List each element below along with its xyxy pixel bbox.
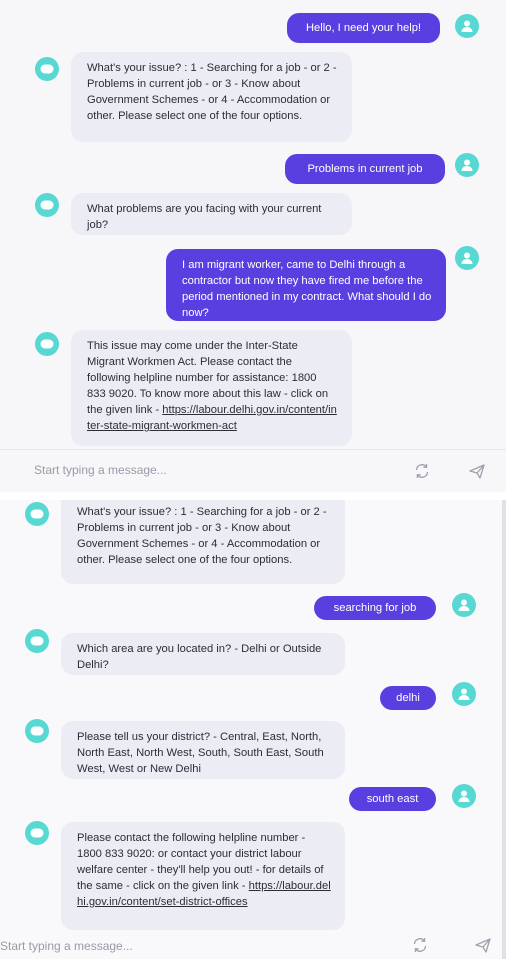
user-avatar-icon (455, 153, 479, 177)
user-avatar-icon (452, 784, 476, 808)
message-input-bar[interactable]: Start typing a message... (0, 449, 506, 492)
user-avatar-icon (452, 682, 476, 706)
bot-avatar-icon (35, 193, 59, 217)
bot-avatar-icon (25, 502, 49, 526)
bot-message: Which area are you located in? - Delhi o… (61, 633, 345, 675)
send-icon[interactable] (474, 936, 492, 954)
send-icon[interactable] (468, 462, 486, 480)
bot-message: Please contact the following helpline nu… (61, 822, 345, 930)
bot-avatar-icon (25, 719, 49, 743)
bot-avatar-icon (35, 57, 59, 81)
user-avatar-icon (455, 14, 479, 38)
scrollbar-thumb[interactable] (502, 570, 506, 900)
refresh-icon[interactable] (413, 462, 431, 480)
user-avatar-icon (455, 246, 479, 270)
user-message: Hello, I need your help! (287, 13, 440, 43)
chat-panel-2: What's your issue? : 1 - Searching for a… (0, 500, 506, 959)
user-message: I am migrant worker, came to Delhi throu… (166, 249, 446, 321)
bot-message: What problems are you facing with your c… (71, 193, 352, 235)
user-message: searching for job (314, 596, 436, 620)
user-avatar-icon (452, 593, 476, 617)
bot-message: What's your issue? : 1 - Searching for a… (71, 52, 352, 142)
user-message: south east (349, 787, 436, 811)
scrollbar-track[interactable] (502, 500, 506, 959)
chat-panel-1: Hello, I need your help! What's your iss… (0, 0, 506, 492)
message-input-bar[interactable]: Start typing a message... (0, 931, 502, 959)
bot-message: This issue may come under the Inter-Stat… (71, 330, 352, 446)
bot-avatar-icon (35, 332, 59, 356)
user-message: Problems in current job (285, 154, 445, 184)
user-message: delhi (380, 686, 436, 710)
bot-message: Please tell us your district? - Central,… (61, 721, 345, 779)
bot-message: What's your issue? : 1 - Searching for a… (61, 500, 345, 584)
bot-avatar-icon (25, 821, 49, 845)
refresh-icon[interactable] (411, 936, 429, 954)
message-input[interactable]: Start typing a message... (34, 463, 167, 477)
message-input[interactable]: Start typing a message... (0, 939, 133, 953)
bot-avatar-icon (25, 629, 49, 653)
